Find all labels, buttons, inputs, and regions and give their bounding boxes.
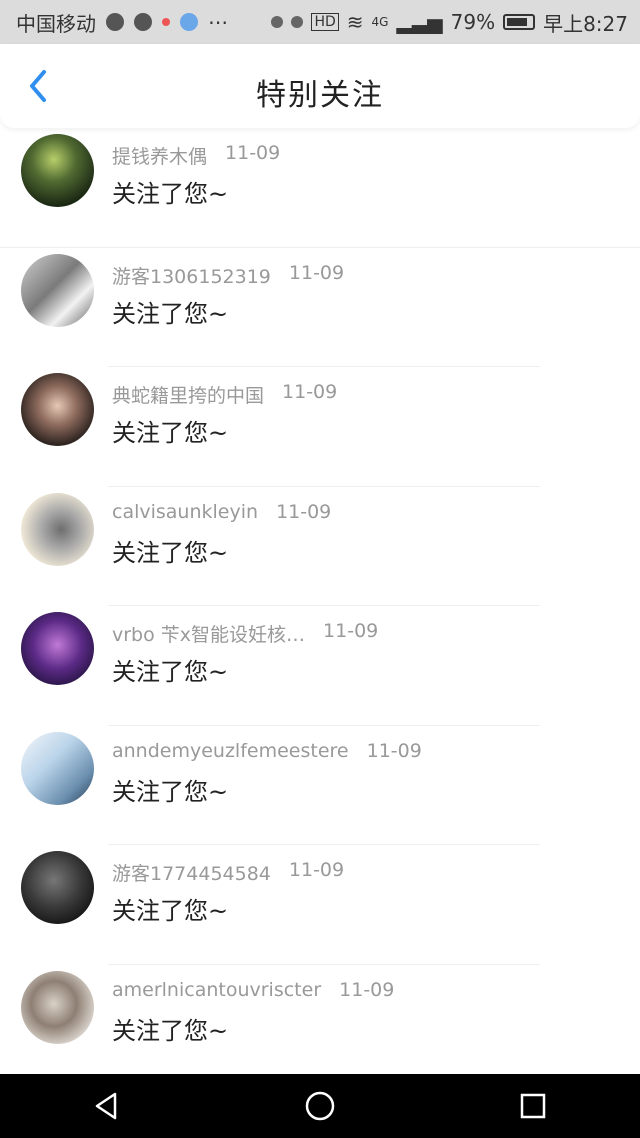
avatar[interactable] bbox=[21, 253, 94, 327]
follow-list: 提钱养木偶 11-09 关注了您~ 游客1306152319 11-09 关注了… bbox=[0, 128, 640, 1084]
item-message: 关注了您~ bbox=[112, 777, 229, 806]
nav-back-button[interactable] bbox=[82, 1081, 132, 1131]
item-date: 11-09 bbox=[282, 381, 338, 403]
status-bar: 中国移动 ⋯ HD ≋ 4G ▂▃▅ 79% 早上8:27 bbox=[0, 0, 640, 44]
user-name[interactable]: 游客1774454584 bbox=[112, 859, 271, 886]
list-item[interactable]: 典蛇籍里挎的中国 11-09 关注了您~ bbox=[0, 367, 640, 487]
list-item[interactable]: 提钱养木偶 11-09 关注了您~ bbox=[0, 128, 640, 248]
avatar[interactable] bbox=[21, 492, 94, 566]
item-date: 11-09 bbox=[339, 978, 395, 1001]
list-item[interactable]: anndemyeuzlfemeestere 11-09 关注了您~ bbox=[0, 726, 640, 845]
avatar[interactable] bbox=[21, 970, 94, 1044]
avatar[interactable] bbox=[21, 731, 94, 805]
header: 特别关注 bbox=[0, 44, 640, 128]
user-name[interactable]: vrbo 苄x智能设妊核… bbox=[112, 620, 305, 647]
item-message: 关注了您~ bbox=[112, 658, 229, 686]
wechat-icon bbox=[106, 13, 124, 31]
item-message: 关注了您~ bbox=[112, 180, 229, 208]
time-label: 早上8:27 bbox=[543, 11, 628, 36]
message-icon bbox=[134, 13, 152, 31]
circle-home-icon bbox=[305, 1091, 335, 1121]
item-date: 11-09 bbox=[225, 142, 281, 164]
avatar[interactable] bbox=[21, 612, 94, 685]
signal-icon: ▂▃▅ bbox=[396, 10, 443, 34]
battery-icon bbox=[503, 14, 536, 30]
hd-icon: HD bbox=[311, 13, 339, 31]
page-title: 特别关注 bbox=[256, 78, 384, 113]
user-name[interactable]: calvisaunkleyin bbox=[112, 501, 258, 523]
notification-dot-icon bbox=[162, 18, 170, 26]
square-recent-icon bbox=[521, 1093, 546, 1119]
wifi-icon: ≋ bbox=[346, 10, 364, 34]
battery-percent: 79% bbox=[450, 10, 496, 34]
item-date: 11-09 bbox=[288, 859, 345, 881]
nav-home-button[interactable] bbox=[295, 1081, 345, 1131]
item-message: 关注了您~ bbox=[112, 299, 229, 328]
network-label: 4G bbox=[371, 15, 389, 29]
list-item[interactable]: 游客1774454584 11-09 关注了您~ bbox=[0, 845, 640, 965]
user-name[interactable]: 提钱养木偶 bbox=[112, 142, 207, 169]
list-item[interactable]: calvisaunkleyin 11-09 关注了您~ bbox=[0, 487, 640, 606]
user-name[interactable]: anndemyeuzlfemeestere bbox=[112, 740, 349, 762]
user-name[interactable]: amerlnicantouvriscter bbox=[112, 979, 321, 1001]
carrier-label: 中国移动 bbox=[16, 11, 96, 36]
avatar[interactable] bbox=[21, 373, 94, 446]
item-message: 关注了您~ bbox=[112, 419, 229, 447]
navigation-bar bbox=[0, 1074, 640, 1138]
app-icon bbox=[180, 13, 198, 31]
item-date: 11-09 bbox=[323, 620, 379, 642]
bluetooth-icon bbox=[271, 16, 284, 28]
item-date: 11-09 bbox=[288, 261, 345, 284]
item-message: 关注了您~ bbox=[112, 1016, 229, 1045]
triangle-back-icon bbox=[95, 1092, 116, 1120]
avatar[interactable] bbox=[21, 851, 94, 924]
item-date: 11-09 bbox=[276, 500, 332, 523]
item-date: 11-09 bbox=[366, 739, 422, 762]
item-message: 关注了您~ bbox=[112, 897, 229, 925]
list-item[interactable]: vrbo 苄x智能设妊核… 11-09 关注了您~ bbox=[0, 606, 640, 726]
user-name[interactable]: 游客1306152319 bbox=[112, 262, 271, 289]
alarm-icon bbox=[291, 16, 304, 28]
avatar[interactable] bbox=[21, 134, 94, 207]
list-item[interactable]: amerlnicantouvriscter 11-09 关注了您~ bbox=[0, 965, 640, 1085]
list-item[interactable]: 游客1306152319 11-09 关注了您~ bbox=[0, 248, 640, 367]
user-name[interactable]: 典蛇籍里挎的中国 bbox=[112, 381, 264, 408]
nav-recent-button[interactable] bbox=[508, 1081, 558, 1131]
item-message: 关注了您~ bbox=[112, 538, 229, 567]
more-icon: ⋯ bbox=[208, 10, 228, 34]
